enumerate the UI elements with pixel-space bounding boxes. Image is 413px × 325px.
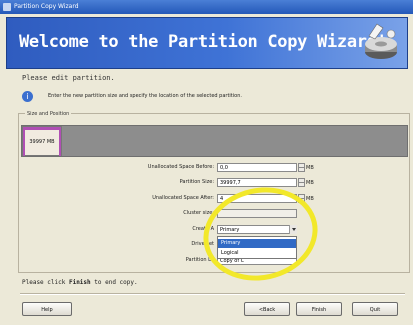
row-drive-letter: Drive Let xyxy=(60,240,214,250)
title-bar: Partition Copy Wizard xyxy=(0,0,413,14)
partition-size-spinner[interactable] xyxy=(298,178,305,187)
row-cluster-size: Cluster size: xyxy=(60,209,214,219)
app-icon xyxy=(3,3,11,11)
disk-map[interactable]: 39997 MB xyxy=(21,125,408,157)
partition-size-input[interactable]: 39997,7 xyxy=(217,178,297,187)
banner-title: Welcome to the Partition Copy Wizard! xyxy=(19,32,387,52)
back-button[interactable]: <Back xyxy=(244,302,290,316)
row-partition-label: Partition La xyxy=(60,256,214,266)
wizard-window: Partition Copy Wizard Welcome to the Par… xyxy=(0,0,413,325)
unallocated-after-unit: MB xyxy=(306,196,314,202)
row-unallocated-after: Unallocated Space After: xyxy=(60,194,214,204)
unallocated-before-unit: MB xyxy=(306,165,314,171)
unallocated-before-label: Unallocated Space Before: xyxy=(147,164,214,170)
welcome-banner: Welcome to the Partition Copy Wizard! xyxy=(6,17,408,69)
group-label: Size and Position xyxy=(25,111,72,117)
unallocated-after-label: Unallocated Space After: xyxy=(152,195,214,201)
page-subtitle: Please edit partition. xyxy=(22,74,115,82)
finish-button[interactable]: Finish xyxy=(296,302,342,316)
partition-size-label: 39997 MB xyxy=(29,139,55,145)
partition-block[interactable]: 39997 MB xyxy=(22,126,62,156)
row-create-as: Create A xyxy=(60,225,214,235)
footer-divider xyxy=(20,293,405,295)
row-partition-size: Partition Size: xyxy=(60,178,214,188)
row-unallocated-before: Unallocated Space Before: xyxy=(60,163,214,173)
info-icon: i xyxy=(22,91,33,102)
window-title: Partition Copy Wizard xyxy=(14,3,79,10)
quit-button[interactable]: Quit xyxy=(352,302,398,316)
unallocated-before-spinner[interactable] xyxy=(298,163,305,172)
partition-size-unit: MB xyxy=(306,180,314,186)
disk-wizard-icon xyxy=(357,22,401,64)
partition-size-label-text: Partition Size: xyxy=(179,179,214,185)
info-text: Enter the new partition size and specify… xyxy=(48,93,242,99)
help-button[interactable]: Help xyxy=(22,302,72,316)
partition-resize-handle-top[interactable] xyxy=(23,127,61,130)
unallocated-before-input[interactable]: 0,0 xyxy=(217,163,297,172)
footer-instruction: Please click Finish to end copy. xyxy=(22,279,138,286)
